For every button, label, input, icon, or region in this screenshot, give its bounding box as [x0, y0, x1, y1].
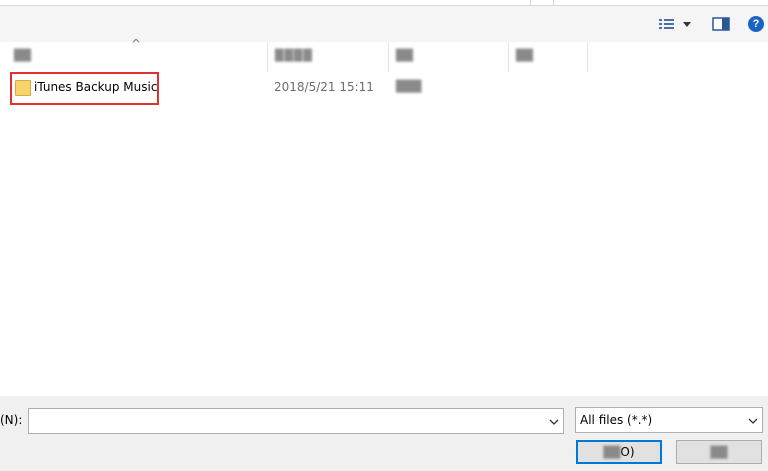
column-header-name[interactable]: ██ ^: [12, 37, 262, 72]
filetype-select[interactable]: All files (*.*): [575, 407, 763, 433]
column-header-size[interactable]: ██: [509, 42, 587, 72]
filename-field[interactable]: [28, 408, 564, 434]
highlight-box: [10, 72, 159, 105]
column-separator: [587, 42, 588, 72]
chevron-down-icon[interactable]: [549, 418, 559, 426]
file-type: ███: [396, 80, 422, 93]
preview-pane-button[interactable]: [706, 6, 736, 42]
column-header-date[interactable]: ████: [268, 42, 388, 72]
filename-label: (N):: [0, 413, 23, 427]
chevron-down-icon: [683, 22, 691, 27]
column-header-date-label: ████: [275, 49, 313, 62]
preview-pane-icon: [712, 17, 730, 31]
address-divider: [530, 0, 531, 5]
cancel-button-label-obscured: ██: [710, 445, 728, 459]
view-options-button[interactable]: [654, 6, 696, 42]
footer-panel: (N): All files (*.*) ██ O) ██: [0, 396, 768, 471]
open-button-shortcut: O): [620, 445, 635, 459]
filetype-value: All files (*.*): [580, 413, 653, 427]
toolbar: ?: [0, 6, 768, 42]
column-header-type[interactable]: ██: [389, 42, 507, 72]
column-header-size-label: ██: [516, 49, 533, 62]
chevron-down-icon: [748, 418, 758, 424]
column-header-name-label: ██: [14, 49, 31, 62]
open-button[interactable]: ██ O): [576, 440, 662, 464]
open-button-label-obscured: ██: [603, 445, 621, 459]
cancel-button[interactable]: ██: [676, 440, 762, 464]
search-divider: [553, 0, 554, 5]
sort-ascending-icon: ^: [131, 37, 142, 51]
file-date: 2018/5/21 15:11: [274, 80, 374, 94]
help-button[interactable]: ?: [744, 6, 768, 42]
column-header-type-label: ██: [396, 49, 413, 62]
view-details-icon: [659, 19, 691, 29]
help-icon: ?: [748, 16, 764, 32]
